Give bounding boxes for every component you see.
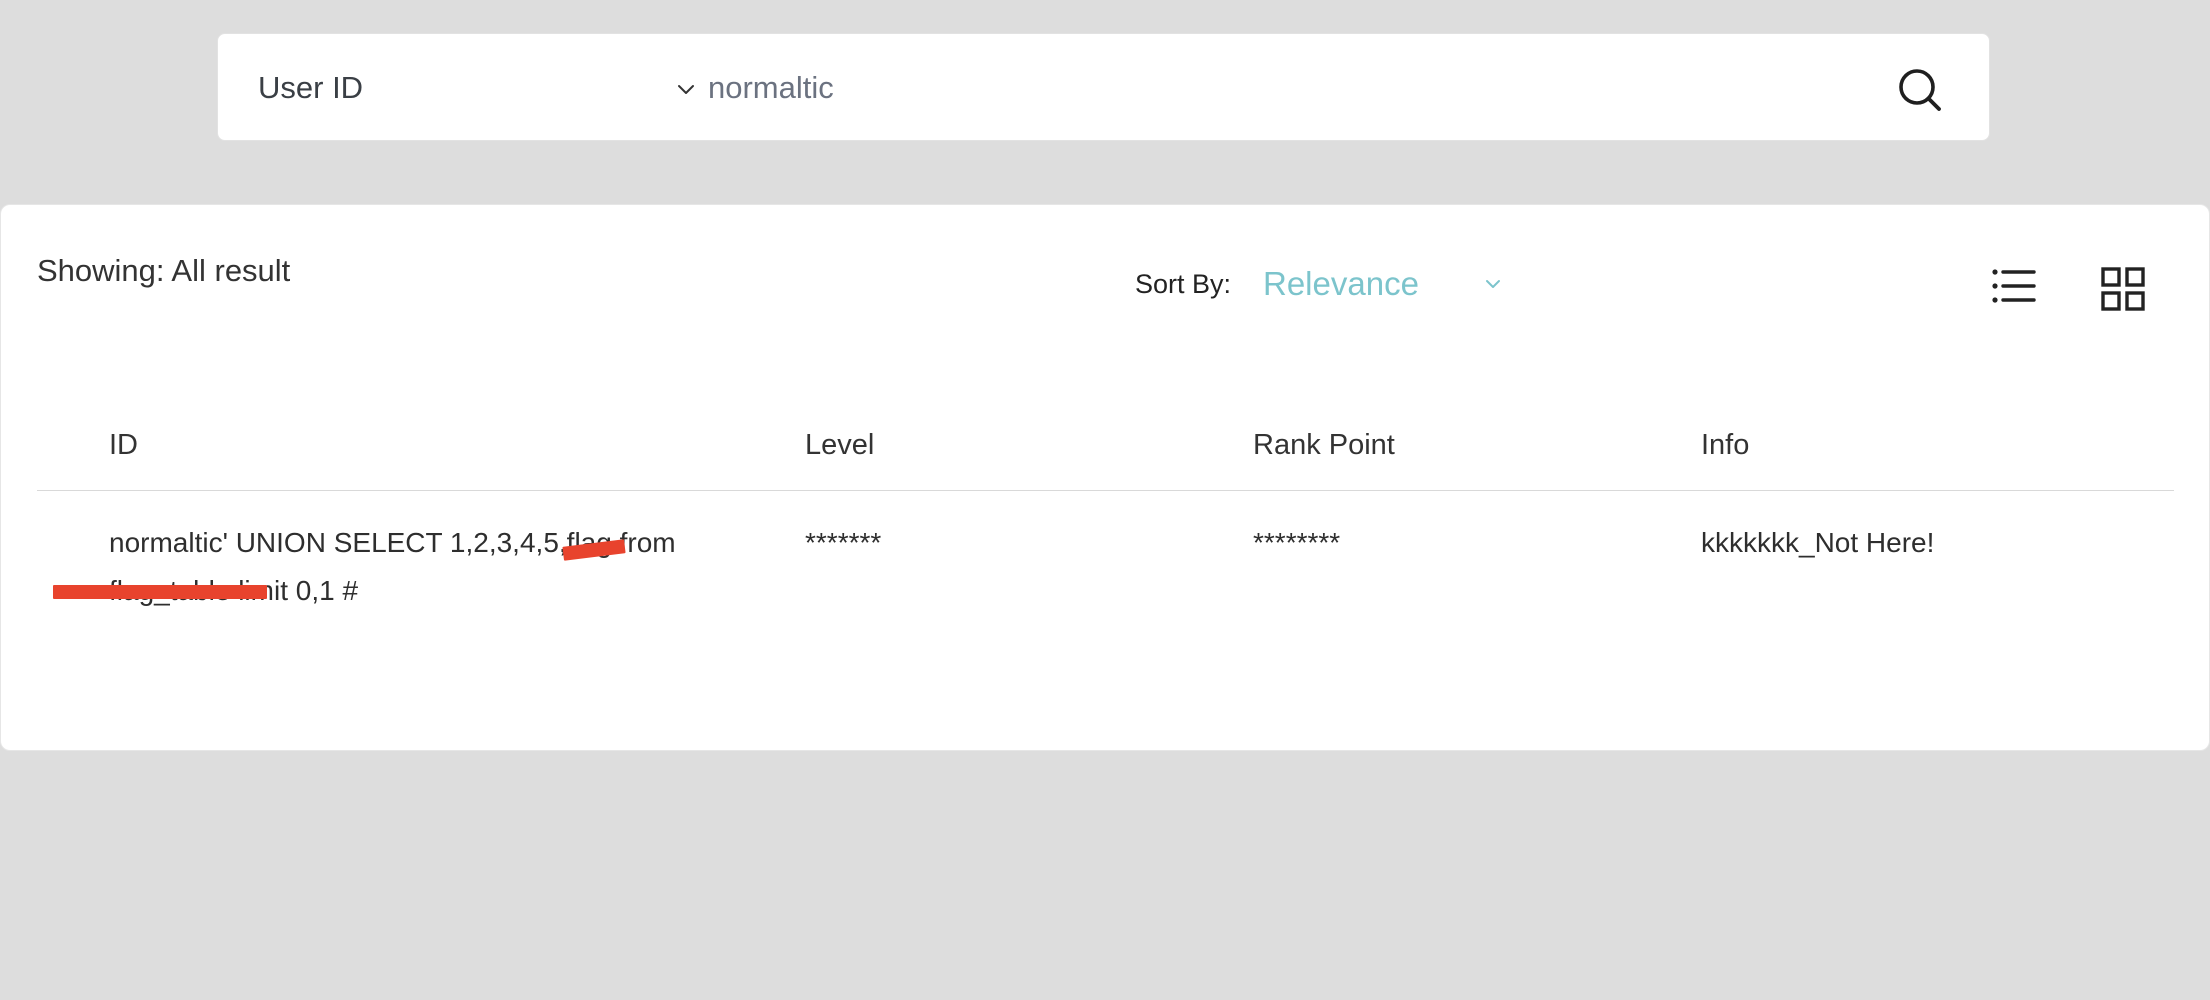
sort-select[interactable]: Relevance (1263, 259, 1513, 309)
grid-view-button[interactable] (2101, 267, 2145, 311)
cell-rank-point: ******** (1253, 527, 1341, 558)
list-view-icon (1992, 269, 2036, 303)
column-header-level[interactable]: Level (805, 429, 874, 462)
table-row[interactable]: normaltic' UNION SELECT 1,2,3,4,5,flag f… (37, 509, 2174, 619)
search-type-label: User ID (258, 70, 364, 105)
column-header-info[interactable]: Info (1701, 429, 1749, 462)
search-input[interactable] (692, 58, 1792, 118)
search-icon (1899, 69, 1941, 111)
search-button[interactable] (1890, 60, 1950, 120)
table-header: ID Level Rank Point Info (37, 411, 2174, 491)
cell-id: normaltic' UNION SELECT 1,2,3,4,5,flag f… (109, 527, 676, 606)
chevron-down-icon (1486, 280, 1500, 288)
cell-info: kkkkkkk_Not Here! (1701, 527, 1935, 558)
grid-view-icon (2101, 267, 2145, 311)
search-type-dropdown[interactable]: User ID (258, 34, 694, 142)
sort-by-label: Sort By: (1135, 269, 1232, 299)
results-panel: Showing: All result Sort By: Relevance I… (0, 204, 2210, 751)
sort-selected-value: Relevance (1263, 265, 1419, 302)
search-bar: User ID (217, 33, 1990, 141)
column-header-rank-point[interactable]: Rank Point (1253, 429, 1395, 462)
cell-level: ******* (805, 527, 882, 558)
redaction-mark (53, 585, 267, 599)
column-header-id[interactable]: ID (109, 429, 138, 462)
showing-text: Showing: All result (37, 253, 291, 288)
list-view-button[interactable] (1991, 267, 2037, 307)
